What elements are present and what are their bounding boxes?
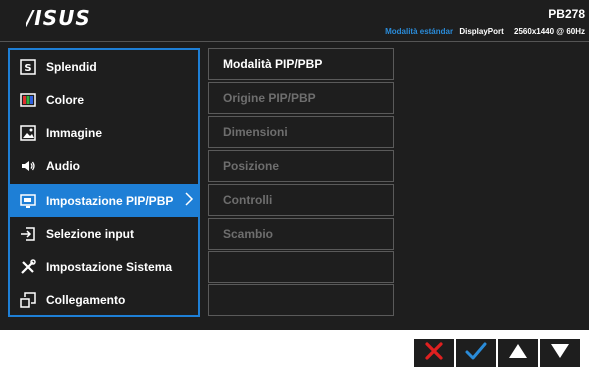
sub-item-pip-mode[interactable]: Modalità PIP/PBP: [208, 48, 394, 80]
status-resolution: 2560x1440 @ 60Hz: [514, 27, 585, 36]
menu-item-system-setup[interactable]: Impostazione Sistema: [10, 250, 198, 283]
osd-panel: /ISUS PB278 Modalità estándar DisplayPor…: [0, 0, 589, 330]
check-icon: [464, 340, 488, 367]
status-port: DisplayPort: [459, 27, 504, 36]
menu-item-color[interactable]: Colore: [10, 83, 198, 116]
control-bar: [414, 339, 582, 367]
pip-icon: [20, 193, 36, 209]
menu-item-label: Impostazione Sistema: [46, 259, 173, 274]
menu-item-label: Impostazione PIP/PBP: [46, 193, 174, 208]
chevron-right-icon: [184, 192, 194, 209]
status-mode: Modalità estándar: [385, 27, 454, 36]
menu-item-splendid[interactable]: S Splendid: [10, 50, 198, 83]
menu-item-label: Colore: [46, 92, 85, 107]
menu-item-label: Audio: [46, 158, 80, 173]
svg-text:S: S: [24, 63, 31, 74]
sub-item-empty: [208, 251, 394, 283]
sub-item-position[interactable]: Posizione: [208, 150, 394, 182]
color-icon: [20, 92, 36, 108]
close-button[interactable]: [414, 339, 454, 367]
svg-text:/ISUS: /ISUS: [26, 9, 91, 29]
menu-item-input-select[interactable]: Selezione input: [10, 217, 198, 250]
menu-item-pip-pbp[interactable]: Impostazione PIP/PBP: [10, 184, 198, 217]
close-icon: [423, 340, 445, 367]
sub-item-empty: [208, 284, 394, 316]
input-icon: [20, 226, 36, 242]
model-name: PB278: [548, 7, 585, 21]
down-arrow-icon: [550, 342, 570, 365]
header-divider: [0, 41, 589, 42]
up-arrow-icon: [508, 342, 528, 365]
sub-item-pip-source[interactable]: Origine PIP/PBP: [208, 82, 394, 114]
status-bar: Modalità estándar DisplayPort 2560x1440 …: [385, 27, 585, 36]
menu-item-label: Immagine: [46, 125, 103, 140]
sub-item-size[interactable]: Dimensioni: [208, 116, 394, 148]
image-icon: [20, 124, 36, 141]
asus-logo: /ISUS: [24, 6, 112, 35]
up-button[interactable]: [498, 339, 538, 367]
down-button[interactable]: [540, 339, 580, 367]
menu-item-image[interactable]: Immagine: [10, 116, 198, 149]
splendid-icon: S: [20, 58, 36, 75]
menu-item-shortcut[interactable]: Collegamento: [10, 283, 198, 316]
menu-item-label: Collegamento: [46, 292, 126, 307]
sub-item-controls[interactable]: Controlli: [208, 184, 394, 216]
speaker-icon: [20, 158, 36, 174]
menu-item-label: Splendid: [46, 59, 97, 74]
sub-menu: Modalità PIP/PBP Origine PIP/PBP Dimensi…: [208, 48, 394, 316]
tools-icon: [20, 258, 36, 275]
menu-item-audio[interactable]: Audio: [10, 149, 198, 182]
confirm-button[interactable]: [456, 339, 496, 367]
main-menu: S Splendid Colore Immagine Audio Imposta…: [8, 48, 200, 317]
sub-item-swap[interactable]: Scambio: [208, 218, 394, 250]
shortcut-icon: [20, 291, 36, 308]
menu-item-label: Selezione input: [46, 226, 135, 241]
